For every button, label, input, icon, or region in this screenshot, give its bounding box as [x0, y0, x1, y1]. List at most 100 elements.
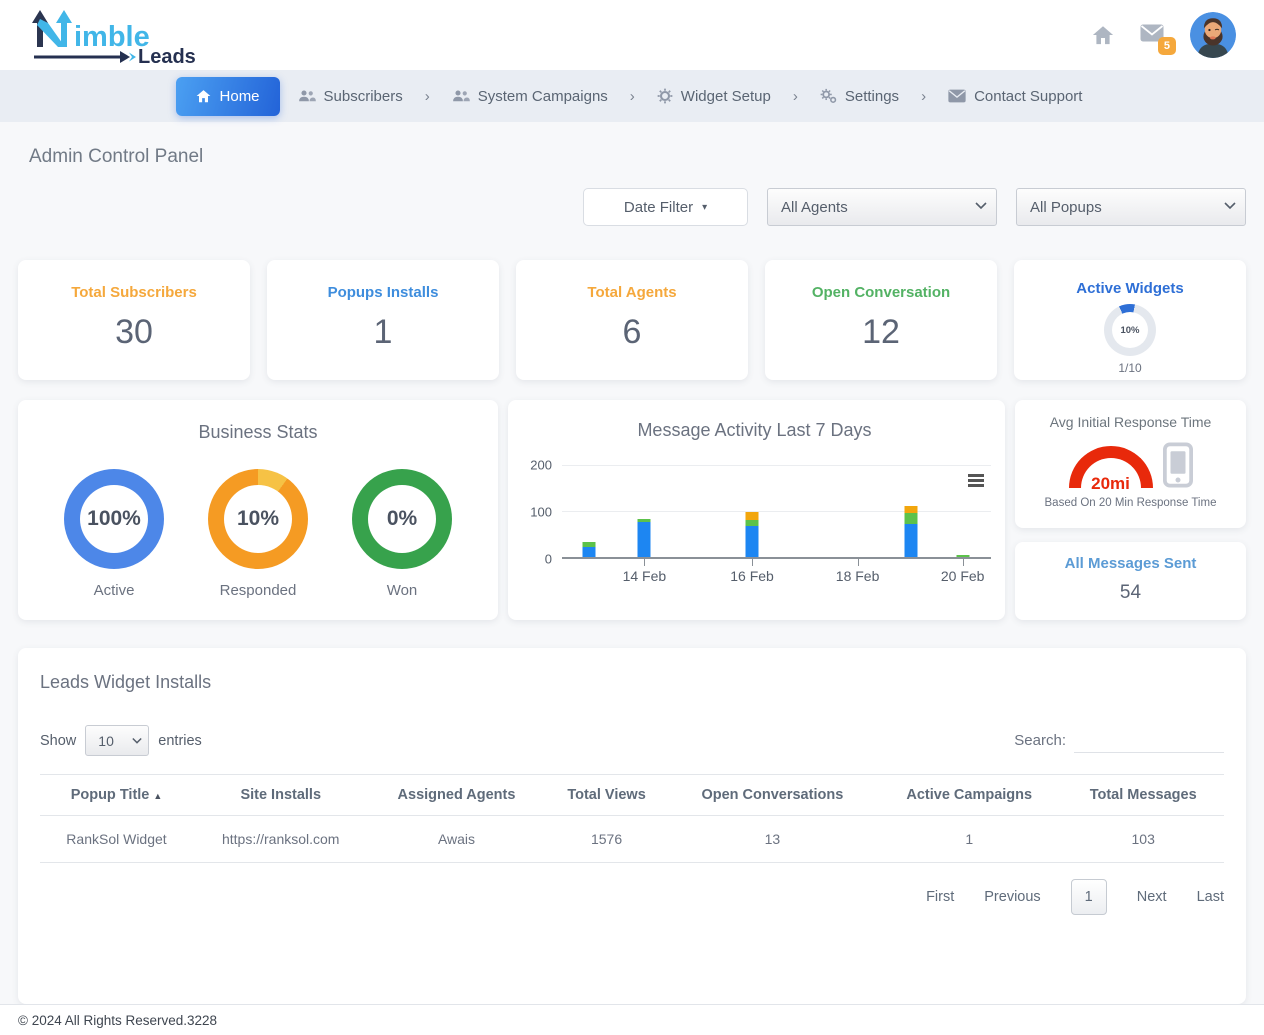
mail-button[interactable]: 5	[1140, 24, 1164, 47]
nav-item-home[interactable]: Home	[176, 77, 280, 116]
main-nav: Home Subscribers › System Campaigns ›	[0, 70, 1264, 122]
avg-response-title: Avg Initial Response Time	[1015, 414, 1246, 430]
search-input[interactable]	[1074, 729, 1224, 753]
nav-item-settings[interactable]: Settings	[814, 80, 905, 113]
entries-label: entries	[158, 733, 202, 749]
all-messages-card: All Messages Sent 54	[1015, 542, 1246, 620]
nav-label: Settings	[845, 88, 899, 105]
col-open-conversations[interactable]: Open Conversations	[669, 775, 876, 816]
message-activity-card: Message Activity Last 7 Days 200 100 0 1…	[508, 400, 1005, 620]
entries-select-wrap: 10	[85, 725, 149, 756]
y-tick: 100	[530, 505, 552, 520]
middle-row: Business Stats 100% Active 10% Responded	[18, 400, 1246, 620]
donut-active: 100% Active	[64, 469, 164, 599]
business-donuts: 100% Active 10% Responded 0% Won	[18, 469, 498, 599]
nav-label: Home	[220, 88, 260, 105]
nav-label: Subscribers	[324, 88, 403, 105]
gauge-value: 20mi	[1091, 474, 1130, 494]
bar-20-feb	[956, 555, 969, 557]
nav-label: System Campaigns	[478, 88, 608, 105]
filters-row: Date Filter ▾ All Agents All Popups	[18, 188, 1246, 226]
chart-menu-icon[interactable]	[965, 471, 987, 490]
app-header: imble Leads 5	[0, 0, 1264, 70]
cell-total-messages: 103	[1062, 816, 1224, 863]
pagination-last[interactable]: Last	[1197, 889, 1224, 905]
nav-item-contact-support[interactable]: Contact Support	[942, 80, 1088, 113]
agents-select[interactable]: All Agents	[767, 188, 997, 226]
popups-select[interactable]: All Popups	[1016, 188, 1246, 226]
stat-value: 1	[267, 313, 499, 352]
gear-icon	[657, 88, 673, 104]
donut-ring: 10%	[208, 469, 308, 569]
chevron-right-icon: ›	[425, 88, 430, 105]
col-site-installs[interactable]: Site Installs	[193, 775, 368, 816]
agents-select-wrap: All Agents	[767, 188, 997, 226]
nav-item-widget-setup[interactable]: Widget Setup	[651, 80, 777, 113]
active-widgets-donut: 10%	[1104, 304, 1156, 356]
right-column: Avg Initial Response Time 20mi Based On …	[1015, 400, 1246, 620]
business-stats-title: Business Stats	[18, 422, 498, 443]
chart-y-axis: 200 100 0	[518, 465, 562, 559]
home-icon[interactable]	[1092, 24, 1114, 46]
pagination-first[interactable]: First	[926, 889, 954, 905]
donut-label: Active	[64, 582, 164, 599]
pagination-current-page[interactable]: 1	[1071, 879, 1107, 915]
avg-response-caption: Based On 20 Min Response Time	[1015, 497, 1246, 509]
col-total-messages[interactable]: Total Messages	[1062, 775, 1224, 816]
avg-response-card: Avg Initial Response Time 20mi Based On …	[1015, 400, 1246, 528]
chart-wrap: 200 100 0 14 Feb16 Feb18 Feb20 Feb	[518, 465, 991, 559]
donut-value: 0%	[387, 507, 417, 531]
chevron-right-icon: ›	[921, 88, 926, 105]
chevron-right-icon: ›	[793, 88, 798, 105]
pagination-next[interactable]: Next	[1137, 889, 1167, 905]
show-label: Show	[40, 733, 76, 749]
stat-title: Total Agents	[516, 284, 748, 301]
y-tick: 200	[530, 458, 552, 473]
leads-widget-installs-card: Leads Widget Installs Show 10 entries Se…	[18, 648, 1246, 1004]
date-filter-button[interactable]: Date Filter ▾	[583, 188, 748, 226]
chart-title: Message Activity Last 7 Days	[518, 420, 991, 441]
card-active-widgets: Active Widgets 10% 1/10	[1014, 260, 1246, 380]
col-assigned-agents[interactable]: Assigned Agents	[368, 775, 544, 816]
x-tick-label: 14 Feb	[623, 568, 667, 584]
card-total-agents: Total Agents 6	[516, 260, 748, 380]
donut-value: 100%	[87, 507, 141, 531]
table-row: RankSol Widget https://ranksol.com Awais…	[40, 816, 1224, 863]
cell-assigned-agents: Awais	[368, 816, 544, 863]
x-tick-mark	[963, 559, 964, 566]
pagination-previous[interactable]: Previous	[984, 889, 1040, 905]
popups-select-wrap: All Popups	[1016, 188, 1246, 226]
stat-title: Open Conversation	[765, 284, 997, 301]
nav-label: Contact Support	[974, 88, 1082, 105]
all-messages-value: 54	[1015, 582, 1246, 604]
x-tick-mark	[752, 559, 753, 566]
bar-14-feb	[638, 519, 651, 557]
donut-ring: 0%	[352, 469, 452, 569]
page-title: Admin Control Panel	[29, 146, 1235, 168]
stat-caption: 1/10	[1014, 361, 1246, 375]
col-total-views[interactable]: Total Views	[545, 775, 669, 816]
stat-title: Total Subscribers	[18, 284, 250, 301]
y-tick: 0	[545, 552, 552, 567]
nav-item-system-campaigns[interactable]: System Campaigns	[446, 80, 614, 113]
installs-table: Popup Title▲ Site Installs Assigned Agen…	[40, 774, 1224, 863]
gears-icon	[820, 88, 837, 104]
nav-item-subscribers[interactable]: Subscribers	[292, 80, 409, 113]
mail-badge: 5	[1158, 37, 1176, 55]
x-tick-label: 18 Feb	[836, 568, 880, 584]
entries-select[interactable]: 10	[85, 725, 149, 756]
col-active-campaigns[interactable]: Active Campaigns	[876, 775, 1062, 816]
bar-19-feb	[904, 506, 917, 557]
business-stats-card: Business Stats 100% Active 10% Responded	[18, 400, 498, 620]
col-popup-title[interactable]: Popup Title▲	[40, 775, 193, 816]
show-entries-group: Show 10 entries	[40, 725, 202, 756]
bar-13-feb	[583, 542, 596, 557]
response-gauge: 20mi	[1069, 446, 1153, 488]
brand-logo[interactable]: imble Leads	[28, 7, 200, 63]
phone-icon	[1163, 442, 1193, 488]
avatar-image	[1190, 12, 1236, 58]
stat-value: 6	[516, 313, 748, 352]
copyright-text: © 2024 All Rights Reserved.3228	[18, 1013, 217, 1028]
card-open-conversation: Open Conversation 12	[765, 260, 997, 380]
avatar[interactable]	[1190, 12, 1236, 58]
